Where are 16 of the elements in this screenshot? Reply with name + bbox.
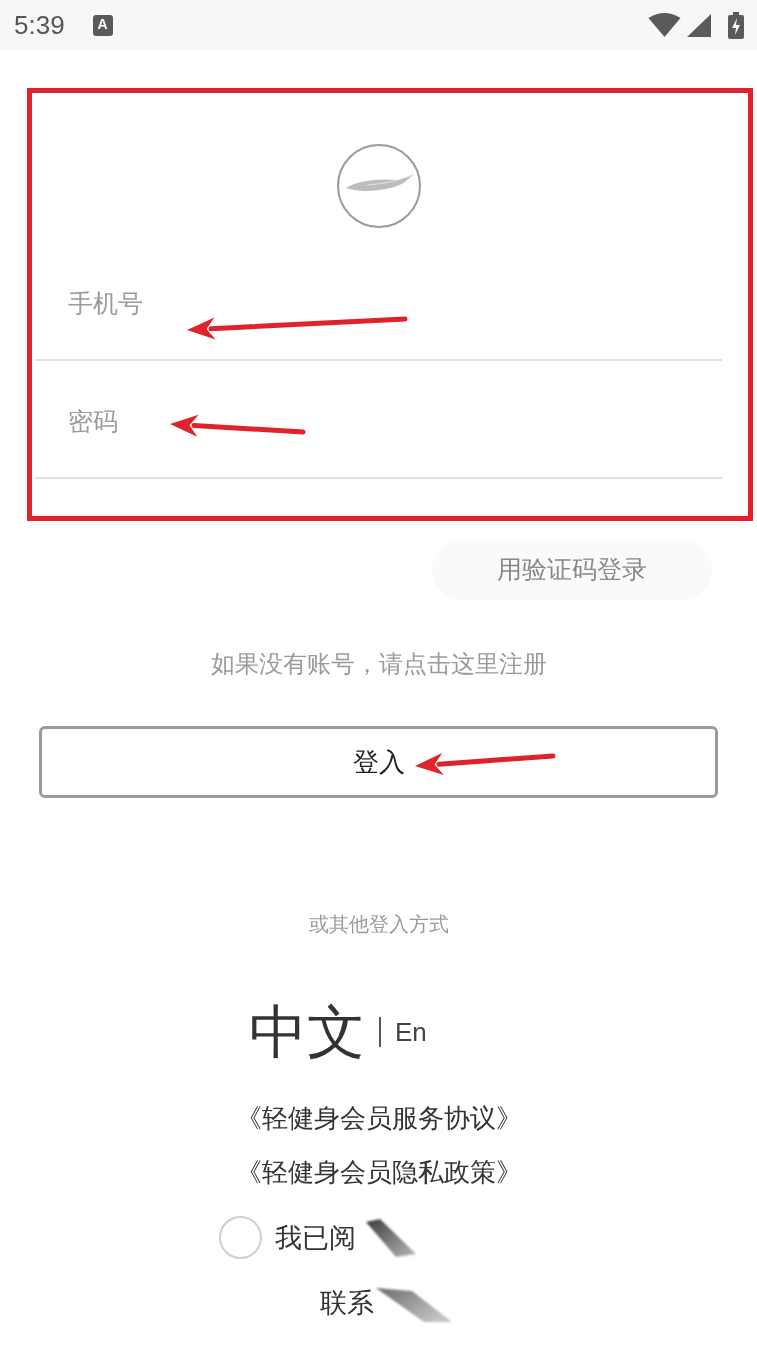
phone-number-field[interactable]: 手机号 [35, 243, 722, 361]
agreement-link[interactable]: 《轻健身会员隐私政策》 [235, 1145, 522, 1199]
language-option[interactable]: En [395, 1016, 427, 1048]
consent-radio[interactable] [219, 1216, 262, 1259]
contact-text[interactable]: 联系 [320, 1285, 374, 1321]
feather-logo-icon [336, 144, 421, 228]
notification-icon: A [92, 14, 113, 36]
agreement-link[interactable]: 《轻健身会员服务协议》 [235, 1091, 522, 1145]
signal-icon [687, 13, 711, 37]
wifi-icon [648, 13, 681, 37]
battery-charging-icon [728, 11, 744, 39]
consent-text: 我已阅 [275, 1221, 356, 1255]
language-option[interactable]: 中文 [249, 999, 365, 1065]
other-login-methods-label: 或其他登入方式 [308, 912, 449, 937]
login-button[interactable]: 登入 [39, 726, 718, 798]
status-time: 5:39 [14, 12, 65, 38]
